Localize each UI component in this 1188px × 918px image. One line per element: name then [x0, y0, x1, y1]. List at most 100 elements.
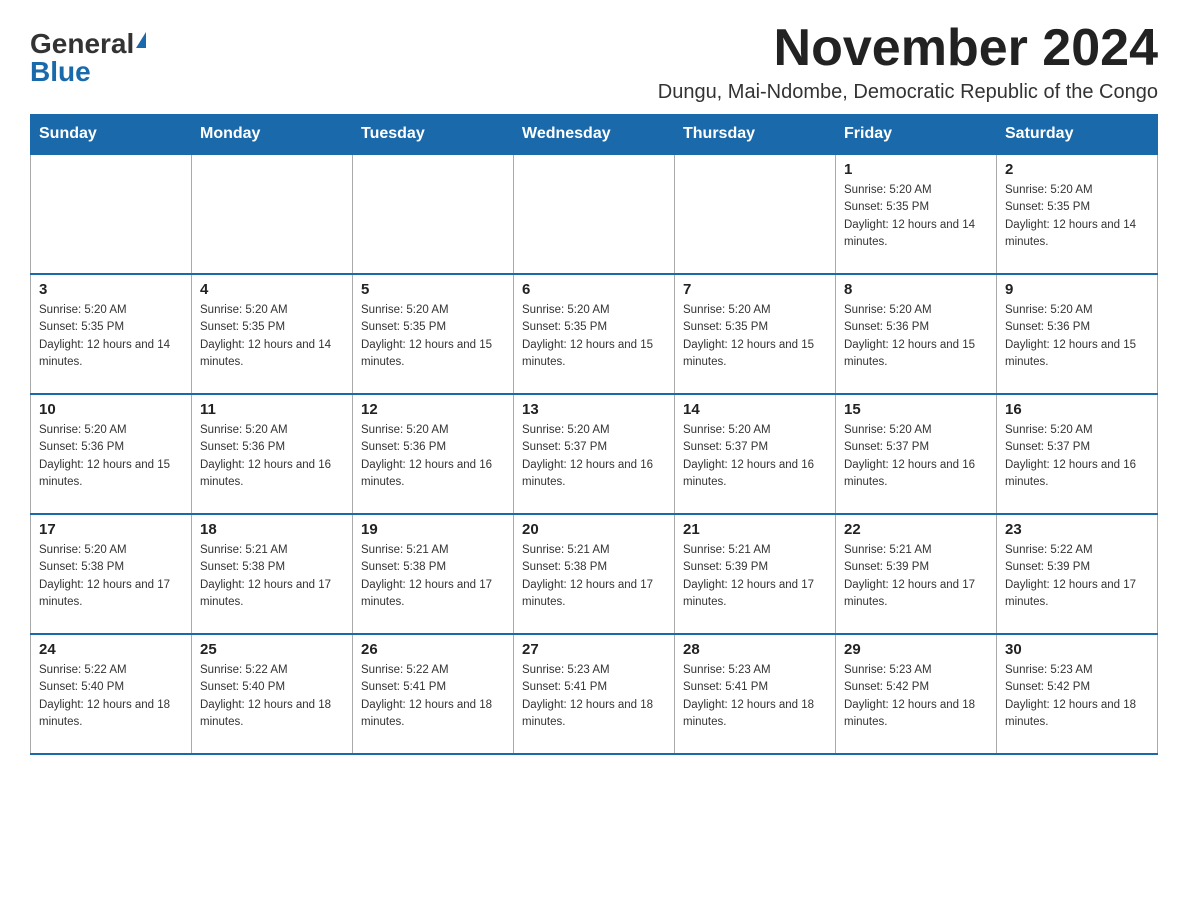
- calendar-cell: 12 Sunrise: 5:20 AMSunset: 5:36 PMDayligh…: [353, 394, 514, 514]
- day-number: 13: [522, 401, 666, 418]
- calendar-week-row: 1Sunrise: 5:20 AMSunset: 5:35 PMDaylight…: [31, 154, 1158, 274]
- logo-general-text: General: [30, 30, 134, 58]
- day-number: 20: [522, 521, 666, 538]
- calendar-header-friday: Friday: [836, 115, 997, 155]
- day-number: 16: [1005, 401, 1149, 418]
- month-title: November 2024: [658, 20, 1158, 77]
- day-info: Sunrise: 5:20 AMSunset: 5:35 PMDaylight:…: [683, 302, 827, 371]
- day-info: Sunrise: 5:22 AMSunset: 5:40 PMDaylight:…: [39, 662, 183, 731]
- day-number: 17: [39, 521, 183, 538]
- calendar-cell: 23 Sunrise: 5:22 AMSunset: 5:39 PMDayligh…: [997, 514, 1158, 634]
- calendar-cell: 3 Sunrise: 5:20 AMSunset: 5:35 PMDaylight…: [31, 274, 192, 394]
- calendar-cell: 11 Sunrise: 5:20 AMSunset: 5:36 PMDayligh…: [192, 394, 353, 514]
- day-info: Sunrise: 5:22 AMSunset: 5:40 PMDaylight:…: [200, 662, 344, 731]
- day-info: Sunrise: 5:23 AMSunset: 5:41 PMDaylight:…: [522, 662, 666, 731]
- day-number: 8: [844, 281, 988, 298]
- calendar-cell: 7 Sunrise: 5:20 AMSunset: 5:35 PMDaylight…: [675, 274, 836, 394]
- calendar-header-tuesday: Tuesday: [353, 115, 514, 155]
- day-number: 25: [200, 641, 344, 658]
- calendar-cell: 24 Sunrise: 5:22 AMSunset: 5:40 PMDayligh…: [31, 634, 192, 754]
- calendar-header-row: SundayMondayTuesdayWednesdayThursdayFrid…: [31, 115, 1158, 155]
- day-number: 30: [1005, 641, 1149, 658]
- day-number: 7: [683, 281, 827, 298]
- day-info: Sunrise: 5:21 AMSunset: 5:39 PMDaylight:…: [844, 542, 988, 611]
- calendar-cell: 14 Sunrise: 5:20 AMSunset: 5:37 PMDayligh…: [675, 394, 836, 514]
- day-number: 5: [361, 281, 505, 298]
- calendar-cell: [514, 154, 675, 274]
- calendar-cell: 16 Sunrise: 5:20 AMSunset: 5:37 PMDayligh…: [997, 394, 1158, 514]
- calendar-cell: 25 Sunrise: 5:22 AMSunset: 5:40 PMDayligh…: [192, 634, 353, 754]
- calendar-week-row: 10Sunrise: 5:20 AMSunset: 5:36 PMDayligh…: [31, 394, 1158, 514]
- day-info: Sunrise: 5:20 AMSunset: 5:36 PMDaylight:…: [844, 302, 988, 371]
- day-number: 23: [1005, 521, 1149, 538]
- calendar-week-row: 3 Sunrise: 5:20 AMSunset: 5:35 PMDaylight…: [31, 274, 1158, 394]
- day-info: Sunrise: 5:23 AMSunset: 5:41 PMDaylight:…: [683, 662, 827, 731]
- day-info: Sunrise: 5:21 AMSunset: 5:38 PMDaylight:…: [200, 542, 344, 611]
- calendar-week-row: 17 Sunrise: 5:20 AMSunset: 5:38 PMDayligh…: [31, 514, 1158, 634]
- day-number: 18: [200, 521, 344, 538]
- calendar-cell: 9 Sunrise: 5:20 AMSunset: 5:36 PMDaylight…: [997, 274, 1158, 394]
- calendar-cell: 8 Sunrise: 5:20 AMSunset: 5:36 PMDaylight…: [836, 274, 997, 394]
- calendar-header-saturday: Saturday: [997, 115, 1158, 155]
- day-number: 2: [1005, 161, 1149, 178]
- day-number: 3: [39, 281, 183, 298]
- day-number: 15: [844, 401, 988, 418]
- day-info: Sunrise: 5:23 AMSunset: 5:42 PMDaylight:…: [1005, 662, 1149, 731]
- day-number: 12: [361, 401, 505, 418]
- day-number: 22: [844, 521, 988, 538]
- calendar-cell: 10Sunrise: 5:20 AMSunset: 5:36 PMDayligh…: [31, 394, 192, 514]
- calendar-cell: 19 Sunrise: 5:21 AMSunset: 5:38 PMDayligh…: [353, 514, 514, 634]
- day-info: Sunrise: 5:20 AMSunset: 5:35 PMDaylight:…: [844, 182, 988, 251]
- calendar-week-row: 24 Sunrise: 5:22 AMSunset: 5:40 PMDayligh…: [31, 634, 1158, 754]
- day-info: Sunrise: 5:22 AMSunset: 5:39 PMDaylight:…: [1005, 542, 1149, 611]
- calendar-cell: 27 Sunrise: 5:23 AMSunset: 5:41 PMDayligh…: [514, 634, 675, 754]
- calendar-cell: [31, 154, 192, 274]
- calendar-cell: 4Sunrise: 5:20 AMSunset: 5:35 PMDaylight…: [192, 274, 353, 394]
- calendar-table: SundayMondayTuesdayWednesdayThursdayFrid…: [30, 114, 1158, 755]
- day-number: 29: [844, 641, 988, 658]
- day-info: Sunrise: 5:20 AMSunset: 5:37 PMDaylight:…: [522, 422, 666, 491]
- calendar-cell: 20 Sunrise: 5:21 AMSunset: 5:38 PMDayligh…: [514, 514, 675, 634]
- day-number: 27: [522, 641, 666, 658]
- page-header: General Blue November 2024 Dungu, Mai-Nd…: [30, 20, 1158, 104]
- calendar-cell: 6 Sunrise: 5:20 AMSunset: 5:35 PMDaylight…: [514, 274, 675, 394]
- calendar-cell: 28 Sunrise: 5:23 AMSunset: 5:41 PMDayligh…: [675, 634, 836, 754]
- calendar-cell: 26 Sunrise: 5:22 AMSunset: 5:41 PMDayligh…: [353, 634, 514, 754]
- day-number: 14: [683, 401, 827, 418]
- title-block: November 2024 Dungu, Mai-Ndombe, Democra…: [658, 20, 1158, 104]
- day-info: Sunrise: 5:20 AMSunset: 5:36 PMDaylight:…: [361, 422, 505, 491]
- day-number: 28: [683, 641, 827, 658]
- day-number: 19: [361, 521, 505, 538]
- calendar-header-sunday: Sunday: [31, 115, 192, 155]
- day-info: Sunrise: 5:20 AMSunset: 5:37 PMDaylight:…: [683, 422, 827, 491]
- day-number: 11: [200, 401, 344, 418]
- day-number: 6: [522, 281, 666, 298]
- calendar-cell: [675, 154, 836, 274]
- day-info: Sunrise: 5:20 AMSunset: 5:35 PMDaylight:…: [361, 302, 505, 371]
- calendar-cell: 2 Sunrise: 5:20 AMSunset: 5:35 PMDaylight…: [997, 154, 1158, 274]
- calendar-header-wednesday: Wednesday: [514, 115, 675, 155]
- logo-triangle-icon: [136, 32, 146, 48]
- day-number: 24: [39, 641, 183, 658]
- day-number: 26: [361, 641, 505, 658]
- day-info: Sunrise: 5:20 AMSunset: 5:35 PMDaylight:…: [522, 302, 666, 371]
- day-info: Sunrise: 5:20 AMSunset: 5:35 PMDaylight:…: [1005, 182, 1149, 251]
- day-info: Sunrise: 5:21 AMSunset: 5:38 PMDaylight:…: [361, 542, 505, 611]
- day-info: Sunrise: 5:20 AMSunset: 5:36 PMDaylight:…: [200, 422, 344, 491]
- calendar-cell: 1Sunrise: 5:20 AMSunset: 5:35 PMDaylight…: [836, 154, 997, 274]
- calendar-header-monday: Monday: [192, 115, 353, 155]
- location-subtitle: Dungu, Mai-Ndombe, Democratic Republic o…: [658, 81, 1158, 104]
- calendar-cell: [353, 154, 514, 274]
- day-info: Sunrise: 5:20 AMSunset: 5:37 PMDaylight:…: [1005, 422, 1149, 491]
- day-info: Sunrise: 5:21 AMSunset: 5:38 PMDaylight:…: [522, 542, 666, 611]
- day-info: Sunrise: 5:20 AMSunset: 5:37 PMDaylight:…: [844, 422, 988, 491]
- calendar-cell: 30 Sunrise: 5:23 AMSunset: 5:42 PMDayligh…: [997, 634, 1158, 754]
- day-info: Sunrise: 5:20 AMSunset: 5:38 PMDaylight:…: [39, 542, 183, 611]
- day-info: Sunrise: 5:20 AMSunset: 5:36 PMDaylight:…: [1005, 302, 1149, 371]
- day-number: 9: [1005, 281, 1149, 298]
- day-info: Sunrise: 5:23 AMSunset: 5:42 PMDaylight:…: [844, 662, 988, 731]
- day-info: Sunrise: 5:20 AMSunset: 5:35 PMDaylight:…: [39, 302, 183, 371]
- calendar-cell: 29 Sunrise: 5:23 AMSunset: 5:42 PMDayligh…: [836, 634, 997, 754]
- calendar-cell: 21Sunrise: 5:21 AMSunset: 5:39 PMDayligh…: [675, 514, 836, 634]
- day-info: Sunrise: 5:22 AMSunset: 5:41 PMDaylight:…: [361, 662, 505, 731]
